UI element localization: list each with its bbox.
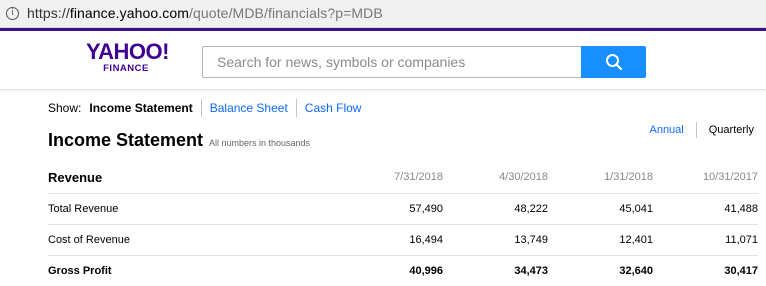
cell-value: 40,996 [409, 264, 443, 277]
cell-value: 12,401 [619, 233, 653, 246]
table-header-row: Revenue 7/31/2018 4/30/2018 1/31/2018 10… [48, 162, 758, 193]
cell-value: 11,071 [725, 233, 758, 246]
url-text[interactable]: https://finance.yahoo.com/quote/MDB/fina… [27, 5, 383, 21]
income-statement-table: Revenue 7/31/2018 4/30/2018 1/31/2018 10… [48, 162, 758, 286]
cell-value: 16,494 [409, 233, 443, 246]
cell-value: 57,490 [409, 202, 443, 215]
column-date: 1/31/2018 [604, 171, 653, 184]
table-row-gross-profit: Gross Profit 40,996 34,473 32,640 30,417 [48, 255, 758, 286]
url-host: finance.yahoo.com [69, 5, 190, 21]
annual-link[interactable]: Annual [649, 124, 695, 136]
cell-value: 41,488 [724, 202, 758, 215]
table-row-total-revenue: Total Revenue 57,490 48,222 45,041 41,48… [48, 193, 758, 224]
cell-value: 45,041 [619, 202, 653, 215]
browser-address-bar[interactable]: i https://finance.yahoo.com/quote/MDB/fi… [0, 0, 766, 28]
search-input[interactable] [202, 46, 582, 78]
period-toggle: Annual Quarterly [649, 122, 754, 138]
cell-value: 30,417 [724, 264, 758, 277]
url-path: /quote/MDB/financials?p=MDB [189, 5, 383, 21]
column-date: 4/30/2018 [499, 171, 548, 184]
column-date: 10/31/2017 [702, 171, 758, 184]
quarterly-link[interactable]: Quarterly [697, 124, 754, 136]
cell-value: 32,640 [619, 264, 653, 277]
site-header: YAHOO! FINANCE [0, 28, 766, 90]
row-label: Total Revenue [48, 202, 119, 215]
row-label: Cost of Revenue [48, 233, 130, 246]
logo-main-text: YAHOO! [86, 39, 169, 64]
show-label: Show: [48, 101, 82, 115]
cell-value: 13,749 [514, 233, 548, 246]
search-icon [606, 54, 623, 71]
page-title: Income Statement [48, 130, 204, 150]
url-prefix: https:// [27, 5, 70, 21]
column-date: 7/31/2018 [394, 171, 443, 184]
units-note: All numbers in thousands [209, 138, 311, 148]
revenue-heading: Revenue [48, 169, 103, 185]
info-icon[interactable]: i [6, 7, 19, 20]
yahoo-finance-logo[interactable]: YAHOO! FINANCE [86, 39, 169, 75]
statement-tabs: Show: Income Statement Balance Sheet Cas… [48, 99, 370, 117]
table-row-cost-of-revenue: Cost of Revenue 16,494 13,749 12,401 11,… [48, 224, 758, 255]
tab-income-statement[interactable]: Income Statement [89, 100, 200, 116]
logo-sub-text: FINANCE [103, 63, 149, 74]
cell-value: 34,473 [514, 264, 548, 277]
cell-value: 48,222 [514, 202, 548, 215]
tab-balance-sheet[interactable]: Balance Sheet [202, 100, 296, 116]
row-label: Gross Profit [48, 264, 112, 277]
search-button[interactable] [581, 46, 646, 78]
tab-cash-flow[interactable]: Cash Flow [297, 100, 370, 116]
